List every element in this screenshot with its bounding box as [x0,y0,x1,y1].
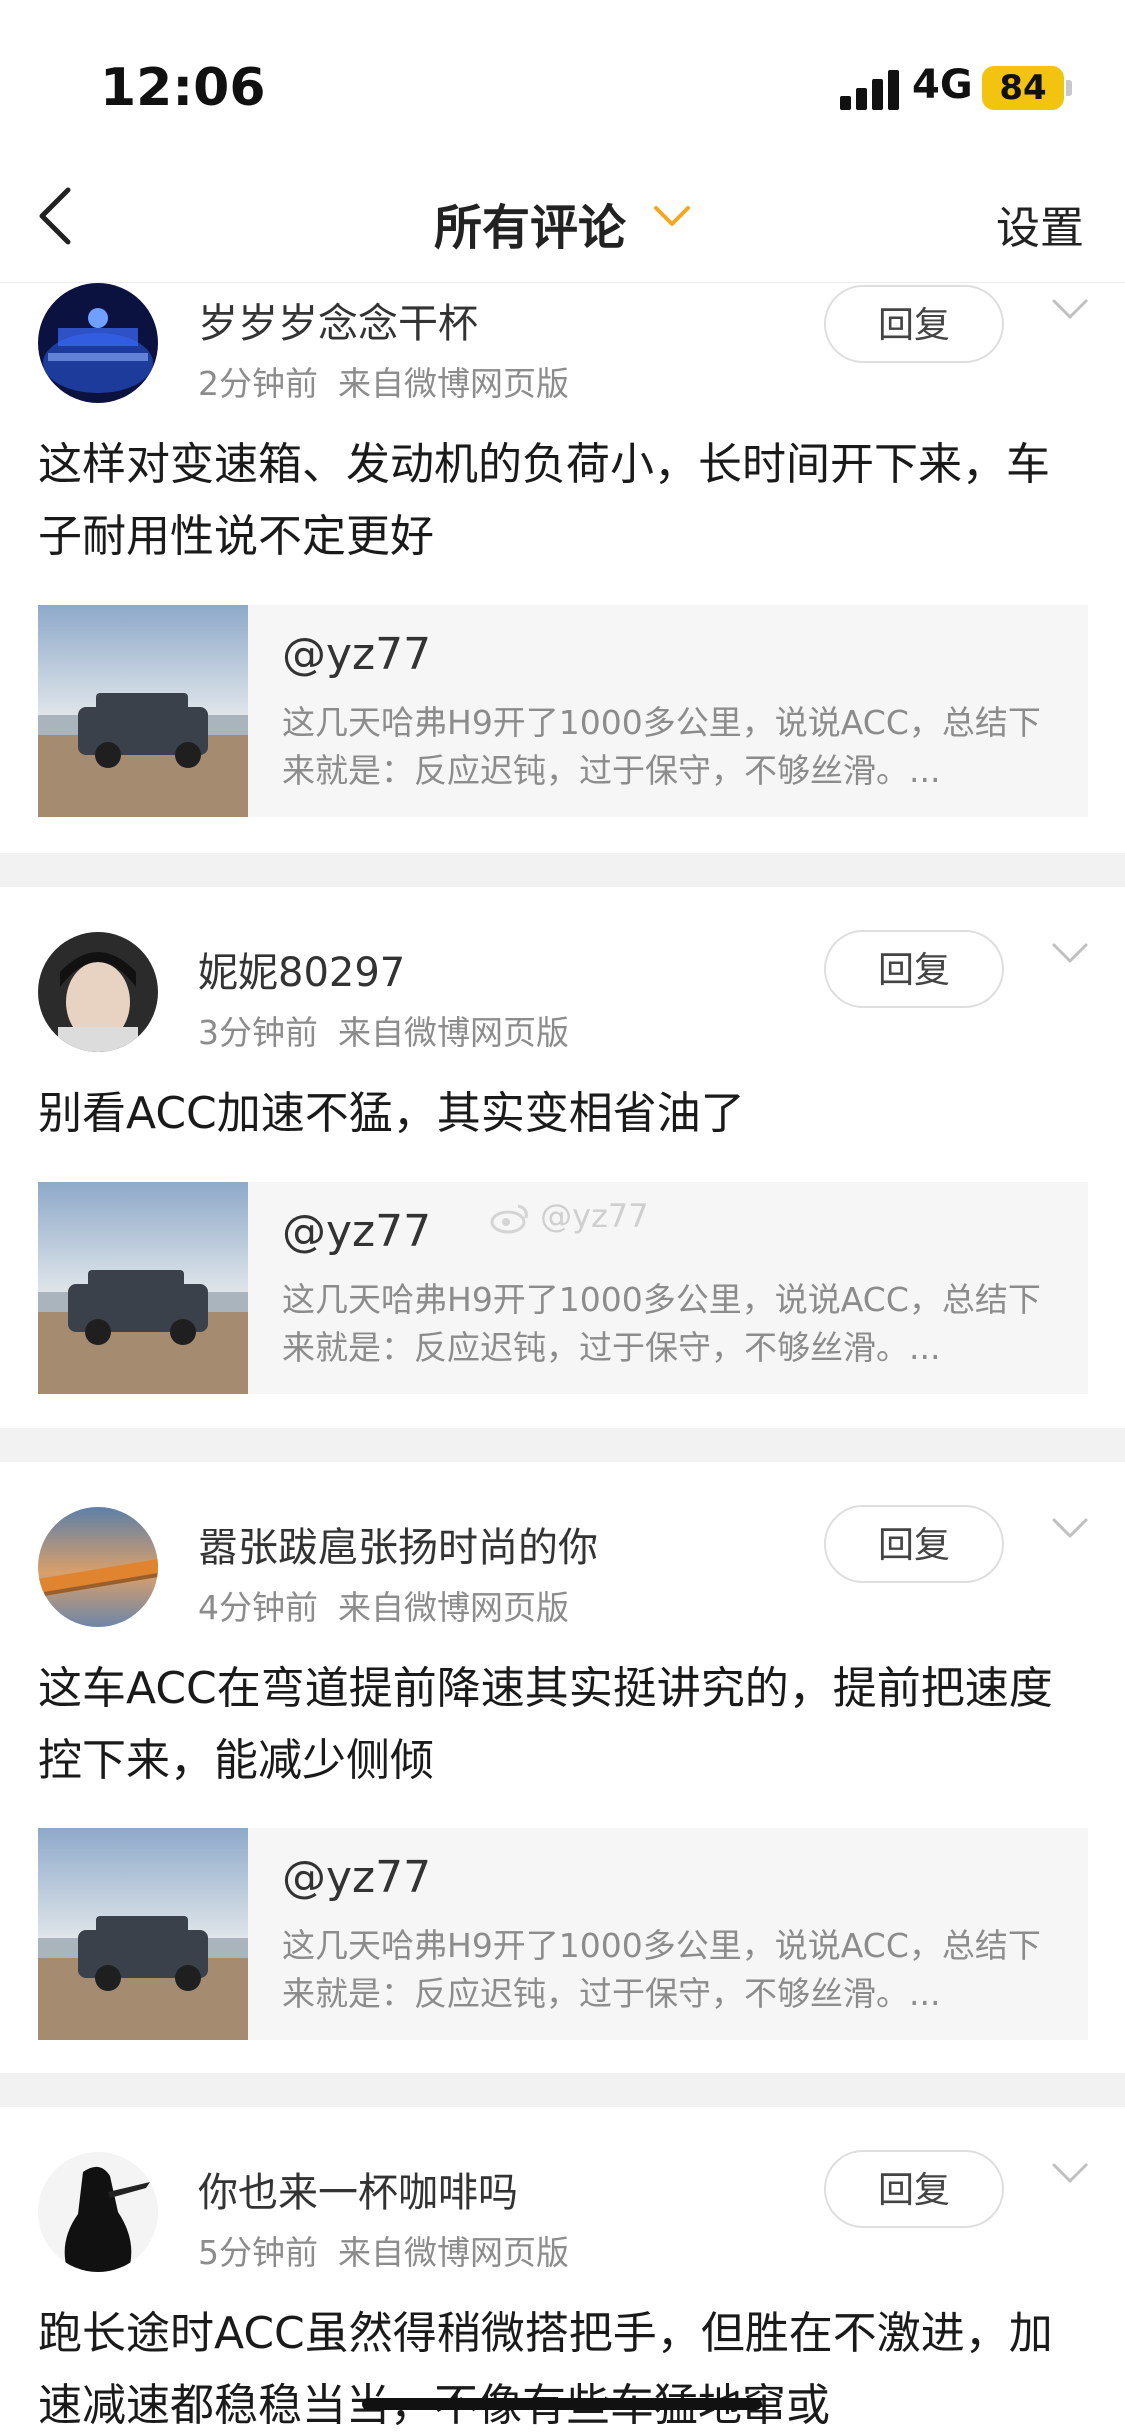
avatar[interactable] [38,1507,158,1627]
status-time: 12:06 [100,58,266,118]
comment-text: 这车ACC在弯道提前降速其实挺讲究的，提前把速度控下来，能减少侧倾 [38,1663,1053,1786]
status-bar: 12:06 4G 84 [0,0,1125,150]
back-button[interactable] [28,184,92,248]
reply-button[interactable]: 回复 [824,1505,1004,1583]
chevron-down-icon[interactable] [652,202,692,232]
quoted-post[interactable]: @yz77 这几天哈弗H9开了1000多公里，说说ACC，总结下来就是：反应迟钝… [38,1828,1088,2040]
nav-bar: 所有评论 设置 [0,150,1125,283]
chevron-down-icon[interactable] [1050,1514,1090,1544]
battery-icon: 84 [982,66,1064,110]
reply-button[interactable]: 回复 [824,930,1004,1008]
weibo-icon [490,1204,528,1234]
home-indicator[interactable] [362,2398,762,2410]
comment-item: 岁岁岁念念干杯 2分钟前 来自微博网页版 回复 这样对变速箱、发动机的负荷小，长时… [0,283,1125,853]
comment-item: 嚣张跋扈张扬时尚的你 4分钟前 来自微博网页版 回复 这车ACC在弯道提前降速其实… [0,1462,1125,2073]
watermark-text: @yz77 [540,1197,649,1235]
comment-time: 5分钟前 [198,2233,318,2272]
chevron-left-icon [39,187,71,245]
comment-username[interactable]: 嚣张跋扈张扬时尚的你 [198,1515,598,1573]
quoted-post[interactable]: @yz77 这几天哈弗H9开了1000多公里，说说ACC，总结下来就是：反应迟钝… [38,605,1088,817]
comment-feed[interactable]: 岁岁岁念念干杯 2分钟前 来自微博网页版 回复 这样对变速箱、发动机的负荷小，长时… [0,283,1125,2436]
comment-text: 跑长途时ACC虽然得稍微搭把手，但胜在不激进，加速减速都稳稳当当，不像有些车猛地… [38,2308,1053,2431]
quoted-text: 这几天哈弗H9开了1000多公里，说说ACC，总结下来就是：反应迟钝，过于保守，… [282,1926,1041,2013]
comment-source: 来自微博网页版 [338,1013,569,1052]
comment-item: 妮妮80297 3分钟前 来自微博网页版 回复 别看ACC加速不猛，其实变相省油了 [0,887,1125,1428]
cellular-signal-icon [840,68,900,110]
comment-source: 来自微博网页版 [338,1588,569,1627]
comment-time: 3分钟前 [198,1013,318,1052]
comment-meta: 2分钟前 来自微博网页版 [198,357,569,405]
quoted-text: 这几天哈弗H9开了1000多公里，说说ACC，总结下来就是：反应迟钝，过于保守，… [282,1280,1041,1367]
avatar[interactable] [38,2152,158,2272]
comment-time: 4分钟前 [198,1588,318,1627]
divider [0,1428,1125,1462]
chevron-down-icon[interactable] [1050,295,1090,325]
avatar[interactable] [38,932,158,1052]
comment-meta: 5分钟前 来自微博网页版 [198,2226,569,2274]
watermark: @yz77 [490,1197,649,1235]
chevron-down-icon[interactable] [1050,2159,1090,2189]
comment-item: 你也来一杯咖啡吗 5分钟前 来自微博网页版 回复 跑长途时ACC虽然得稍微搭把手，… [0,2107,1125,2436]
comment-text: 别看ACC加速不猛，其实变相省油了 [38,1088,745,1139]
divider [0,2073,1125,2107]
reply-button[interactable]: 回复 [824,2150,1004,2228]
comment-source: 来自微博网页版 [338,2233,569,2272]
quoted-username: @yz77 [282,1206,432,1257]
comment-username[interactable]: 妮妮80297 [198,940,405,998]
post-thumbnail [38,1828,248,2040]
comment-text: 这样对变速箱、发动机的负荷小，长时间开下来，车子耐用性说不定更好 [38,439,1050,562]
comment-username[interactable]: 岁岁岁念念干杯 [198,291,478,349]
comment-meta: 4分钟前 来自微博网页版 [198,1581,569,1629]
reply-button[interactable]: 回复 [824,285,1004,363]
avatar[interactable] [38,283,158,403]
page-title[interactable]: 所有评论 [434,188,626,258]
quoted-username: @yz77 [282,1852,432,1903]
quoted-text: 这几天哈弗H9开了1000多公里，说说ACC，总结下来就是：反应迟钝，过于保守，… [282,703,1041,790]
quoted-username: @yz77 [282,629,432,680]
comment-meta: 3分钟前 来自微博网页版 [198,1006,569,1054]
chevron-down-icon[interactable] [1050,939,1090,969]
post-thumbnail [38,605,248,817]
divider [0,853,1125,887]
network-type: 4G [912,62,973,108]
settings-button[interactable]: 设置 [996,192,1084,256]
battery-tip-icon [1066,80,1072,96]
comment-time: 2分钟前 [198,364,318,403]
post-thumbnail [38,1182,248,1394]
comment-source: 来自微博网页版 [338,364,569,403]
comment-username[interactable]: 你也来一杯咖啡吗 [198,2160,518,2218]
